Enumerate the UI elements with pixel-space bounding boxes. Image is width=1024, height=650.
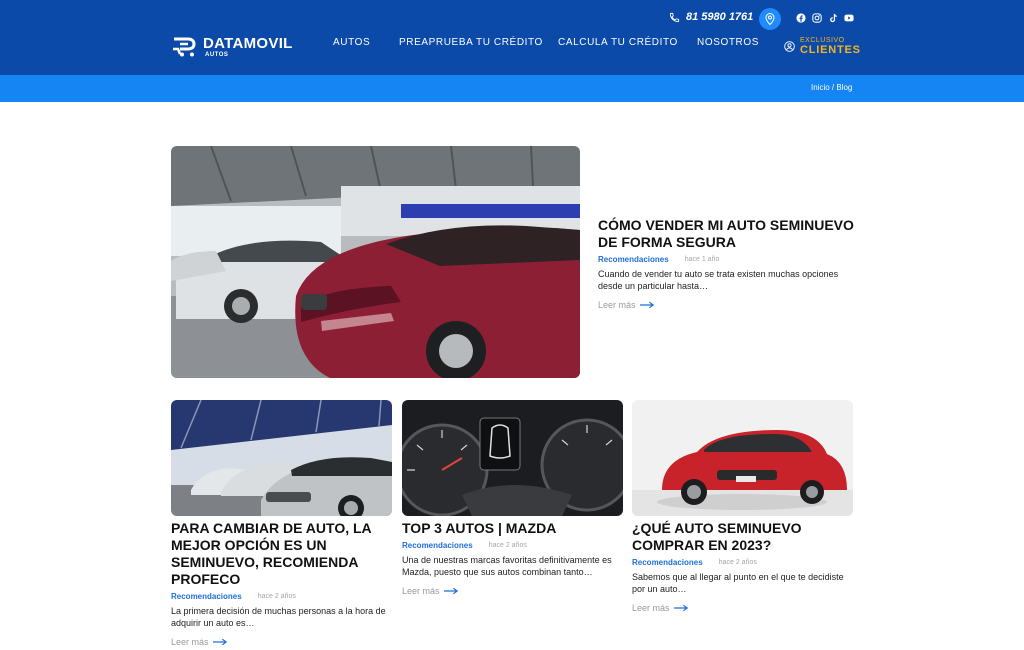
breadcrumb-bar: Inicio / Blog: [0, 75, 1024, 102]
post-card-title[interactable]: PARA CAMBIAR DE AUTO, LA MEJOR OPCIÓN ES…: [171, 520, 392, 588]
instagram-icon[interactable]: [812, 13, 822, 23]
post-card-excerpt: La primera decisión de muchas personas a…: [171, 606, 386, 628]
post-card-category[interactable]: Recomendaciones: [632, 558, 703, 567]
post-card-readmore-link[interactable]: Leer más: [171, 637, 392, 647]
location-button[interactable]: [759, 8, 781, 30]
featured-category[interactable]: Recomendaciones: [598, 255, 669, 264]
post-card-readmore-link[interactable]: Leer más: [632, 603, 853, 613]
featured-title[interactable]: CÓMO VENDER MI AUTO SEMINUEVO DE FORMA S…: [598, 217, 858, 251]
post-card-excerpt: Sabemos que al llegar al punto en el que…: [632, 572, 844, 594]
post-card-title[interactable]: TOP 3 AUTOS | MAZDA: [402, 520, 623, 537]
site-header: 81 5980 1761 DATAMOVIL AUTOS AUTOS PREAP…: [0, 0, 1024, 75]
featured-image[interactable]: [171, 146, 580, 378]
user-icon: [784, 41, 795, 52]
featured-age: hace 1 año: [684, 256, 720, 263]
main-nav: AUTOS PREAPRUEBA TU CRÉDITO CALCULA TU C…: [0, 37, 1024, 51]
post-card: ¿QUÉ AUTO SEMINUEVO COMPRAR EN 2023? Rec…: [632, 400, 853, 613]
top-bar: 81 5980 1761: [0, 8, 1024, 31]
post-card-readmore-link[interactable]: Leer más: [402, 586, 623, 596]
clientes-link[interactable]: EXCLUSIVO CLIENTES: [784, 37, 861, 56]
nav-autos[interactable]: AUTOS: [333, 37, 370, 48]
nav-preaprueba[interactable]: PREAPRUEBA TU CRÉDITO: [399, 37, 543, 48]
dashboard-photo: [402, 400, 623, 516]
post-card: TOP 3 AUTOS | MAZDA Recomendaciones hace…: [402, 400, 623, 596]
breadcrumb[interactable]: Inicio / Blog: [811, 83, 852, 92]
readmore-label: Leer más: [402, 586, 440, 596]
post-card-image[interactable]: [632, 400, 853, 516]
red-toyota-photo: [632, 400, 853, 516]
tiktok-icon[interactable]: [828, 13, 838, 23]
post-card-age: hace 2 años: [718, 559, 757, 566]
arrow-right-icon: [443, 587, 458, 595]
map-pin-icon: [765, 13, 775, 25]
post-card: PARA CAMBIAR DE AUTO, LA MEJOR OPCIÓN ES…: [171, 400, 392, 647]
readmore-label: Leer más: [598, 300, 636, 310]
phone-link[interactable]: 81 5980 1761: [669, 11, 753, 23]
social-links: [796, 13, 854, 23]
post-card-age: hace 2 años: [488, 542, 527, 549]
readmore-label: Leer más: [171, 637, 209, 647]
featured-readmore-link[interactable]: Leer más: [598, 300, 858, 310]
nav-nosotros[interactable]: NOSOTROS: [697, 37, 759, 48]
arrow-right-icon: [673, 604, 688, 612]
nav-calcula[interactable]: CALCULA TU CRÉDITO: [558, 37, 678, 48]
arrow-right-icon: [639, 301, 654, 309]
phone-icon: [669, 12, 680, 22]
featured-post: CÓMO VENDER MI AUTO SEMINUEVO DE FORMA S…: [598, 217, 858, 310]
clientes-label: CLIENTES: [800, 44, 861, 56]
youtube-icon[interactable]: [844, 13, 854, 23]
clientes-label-small: EXCLUSIVO: [800, 37, 845, 44]
arrow-right-icon: [212, 638, 227, 646]
post-card-image[interactable]: [171, 400, 392, 516]
car-lot-photo: [171, 146, 580, 378]
readmore-label: Leer más: [632, 603, 670, 613]
post-card-category[interactable]: Recomendaciones: [171, 592, 242, 601]
facebook-icon[interactable]: [796, 13, 806, 23]
post-card-category[interactable]: Recomendaciones: [402, 541, 473, 550]
featured-excerpt: Cuando de vender tu auto se trata existe…: [598, 269, 839, 291]
logo-subtitle: AUTOS: [205, 52, 229, 58]
post-card-title[interactable]: ¿QUÉ AUTO SEMINUEVO COMPRAR EN 2023?: [632, 520, 853, 554]
nissan-row-photo: [171, 400, 392, 516]
post-card-excerpt: Una de nuestras marcas favoritas definit…: [402, 555, 612, 577]
post-card-image[interactable]: [402, 400, 623, 516]
phone-number: 81 5980 1761: [686, 11, 754, 23]
post-card-age: hace 2 años: [257, 593, 296, 600]
